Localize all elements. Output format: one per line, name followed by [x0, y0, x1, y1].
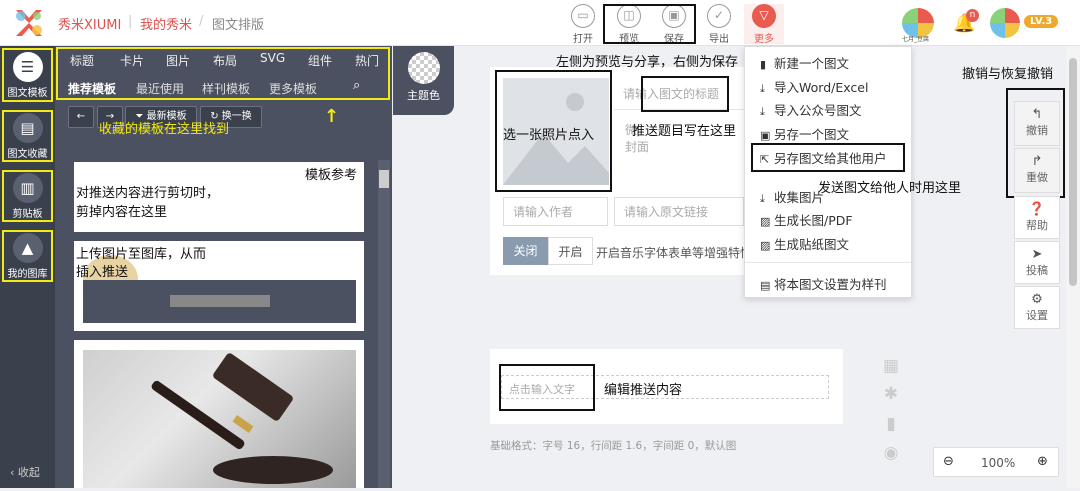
avatar[interactable] — [990, 8, 1020, 38]
page-scrollbar[interactable] — [1066, 46, 1080, 488]
annotation-box-template-tabs — [56, 47, 390, 100]
annotation-box-favorites — [2, 110, 53, 162]
annotation-preview-save: 左侧为预览与分享，右侧为保存 — [556, 55, 739, 70]
avatar-caption: 七月_豆腐 — [902, 36, 930, 43]
zoom-out-icon[interactable]: ⊖ — [943, 454, 954, 469]
star-icon[interactable]: ✱ — [882, 384, 900, 404]
menu-import-word[interactable]: ⤓ 导入Word/Excel — [760, 77, 868, 96]
enhance-on-toggle[interactable]: 开启 — [548, 237, 593, 265]
chevron-down-icon: ▽ — [752, 4, 776, 28]
template-placeholder-text — [170, 295, 270, 307]
theme-swatch-icon — [407, 52, 440, 84]
arrow-up-icon: ↑ — [324, 106, 340, 127]
menu-collect-images[interactable]: ⤓ 收集图片 — [760, 187, 824, 206]
annotation-template-ref: 模板参考 — [305, 168, 358, 183]
gavel-image — [83, 350, 356, 488]
collapse-button[interactable]: ‹ 收起 — [10, 464, 40, 480]
source-link-input[interactable]: 请输入原文链接 — [614, 197, 744, 226]
breadcrumb-separator: / — [199, 14, 204, 29]
enhance-description: 开启音乐字体表单等增强特性 — [596, 246, 744, 260]
help-icon: ❓ — [1028, 202, 1046, 217]
annotation-clipboard: 对推送内容进行剪切时，剪掉内容在这里 — [76, 186, 220, 220]
zoom-level: 100% — [981, 456, 1016, 470]
menu-sticker[interactable]: ▨ 生成贴纸图文 — [760, 234, 849, 253]
breadcrumb-separator: | — [128, 14, 133, 29]
zoom-in-icon[interactable]: ⊕ — [1037, 454, 1048, 469]
sticker-icon: ▨ — [760, 239, 771, 252]
submit-button[interactable]: ➤ 投稿 — [1014, 241, 1060, 284]
list-icon: ▤ — [760, 279, 771, 292]
annotation-box-body — [499, 364, 595, 411]
annotation-title-hint: 推送题目写在这里 — [632, 124, 737, 139]
gear-icon: ⚙ — [1031, 292, 1043, 307]
brand-name[interactable]: 秀米XIUMI — [58, 14, 121, 33]
menu-long-image[interactable]: ▨ 生成长图/PDF — [760, 210, 853, 229]
menu-divider — [745, 262, 911, 263]
template-scrollbar[interactable] — [378, 160, 390, 488]
author-input[interactable]: 请输入作者 — [503, 197, 608, 226]
annotation-box-cover — [495, 70, 612, 192]
menu-new-article[interactable]: ▮ 新建一个图文 — [760, 53, 849, 72]
breadcrumb-my-xiumi[interactable]: 我的秀米 — [140, 14, 192, 33]
annotation-favorites: 收藏的模板在这里找到 — [99, 122, 230, 137]
menu-save-as[interactable]: ▣ 另存一个图文 — [760, 124, 849, 143]
open-button[interactable]: ▭ 打开 — [563, 4, 603, 45]
check-icon: ✓ — [707, 4, 731, 28]
xiumi-logo[interactable] — [12, 8, 46, 38]
collect-icon: ⤓ — [760, 192, 765, 205]
eye-icon[interactable]: ◉ — [882, 443, 900, 463]
file-icon: ▮ — [760, 58, 767, 71]
prev-page-button[interactable]: ← — [68, 106, 94, 128]
breadcrumb-current: 图文排版 — [212, 18, 265, 33]
more-button[interactable]: ▽ 更多 — [744, 4, 784, 45]
import-icon: ⤓ — [760, 82, 765, 95]
settings-button[interactable]: ⚙ 设置 — [1014, 286, 1060, 329]
grid-icon[interactable]: ▦ — [882, 356, 900, 376]
notification-count: n — [966, 9, 979, 22]
annotation-undo-redo: 撤销与恢复撤销 — [962, 67, 1054, 82]
annotation-box-share — [751, 143, 905, 172]
save-as-icon: ▣ — [760, 129, 771, 142]
import-icon: ⤓ — [760, 105, 765, 118]
annotation-send-to-others: 发送图文给他人时用这里 — [818, 181, 962, 196]
annotation-box-title — [641, 76, 729, 112]
annotation-box-undo-redo — [1006, 88, 1065, 198]
folder-icon: ▭ — [571, 4, 595, 28]
theme-color-button[interactable]: 主题色 — [393, 46, 454, 115]
export-button[interactable]: ✓ 导出 — [699, 4, 739, 45]
annotation-box-clipboard — [2, 170, 53, 222]
help-button[interactable]: ❓ 帮助 — [1014, 196, 1060, 239]
menu-set-sample[interactable]: ▤ 将本图文设置为样刊 — [760, 274, 887, 293]
send-icon: ➤ — [1031, 247, 1043, 262]
image-icon: ▨ — [760, 215, 771, 228]
annotation-box-templates — [2, 48, 53, 102]
annotation-gallery: 上传图片至图库，从而插入推送 — [76, 247, 207, 280]
annotation-box-gallery — [2, 230, 53, 282]
enhance-off-toggle[interactable]: 关闭 — [503, 237, 548, 265]
level-badge: LV.3 — [1024, 15, 1059, 28]
basic-format-info: 基础格式：字号 16，行间距 1.6，字间距 0，默认图 — [490, 440, 737, 452]
annotation-edit-content: 编辑推送内容 — [604, 383, 683, 398]
chart-icon[interactable]: ▮ — [882, 414, 900, 434]
menu-import-wechat[interactable]: ⤓ 导入公众号图文 — [760, 100, 862, 119]
annotation-box-preview-save — [603, 4, 696, 44]
